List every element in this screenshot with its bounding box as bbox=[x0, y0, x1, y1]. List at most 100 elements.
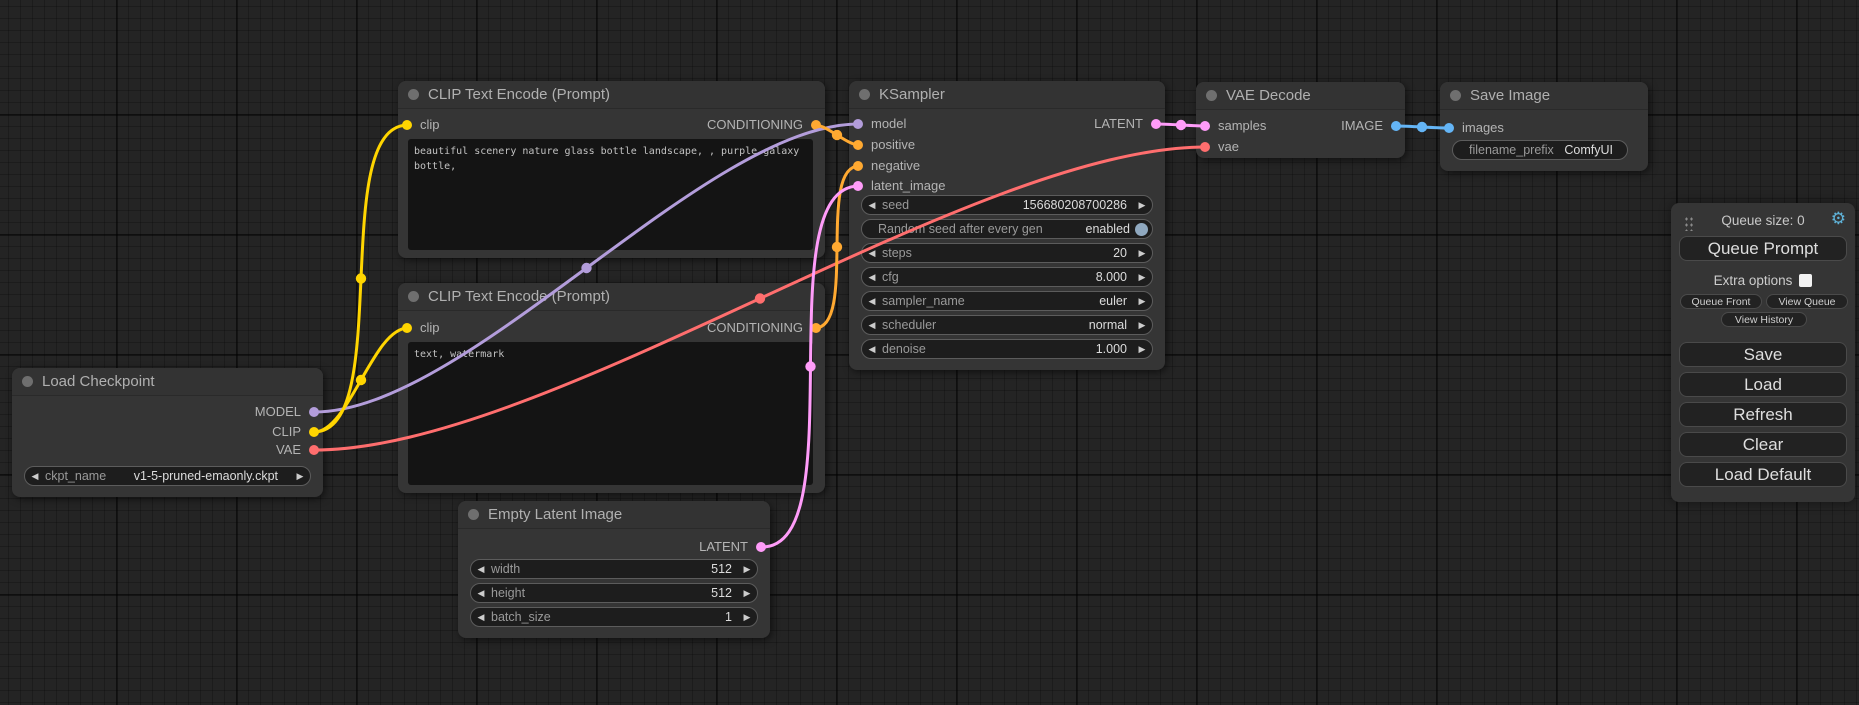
next-value-arrow-icon[interactable]: ▶ bbox=[737, 584, 757, 602]
prev-value-arrow-icon[interactable]: ◀ bbox=[25, 467, 45, 485]
slot-label: MODEL bbox=[255, 404, 301, 419]
sampler-name-widget[interactable]: ◀ sampler_name euler ▶ bbox=[861, 291, 1153, 311]
queue-panel[interactable]: Queue size: 0 ⚙ Queue Prompt Extra optio… bbox=[1671, 203, 1855, 502]
image-port-icon[interactable] bbox=[1444, 123, 1454, 133]
collapse-icon[interactable] bbox=[408, 291, 419, 302]
vae-port-icon[interactable] bbox=[309, 445, 319, 455]
save-button[interactable]: Save bbox=[1679, 342, 1847, 367]
node-clip-text-encode-negative[interactable]: CLIP Text Encode (Prompt) clip CONDITION… bbox=[398, 283, 825, 493]
widget-value: enabled bbox=[1043, 222, 1135, 236]
input-slot-negative[interactable]: negative bbox=[849, 156, 920, 176]
input-slot-images[interactable]: images bbox=[1440, 118, 1504, 138]
collapse-icon[interactable] bbox=[1450, 90, 1461, 101]
model-port-icon[interactable] bbox=[309, 407, 319, 417]
image-port-icon[interactable] bbox=[1391, 121, 1401, 131]
input-slot-latent-image[interactable]: latent_image bbox=[849, 176, 945, 196]
conditioning-port-icon[interactable] bbox=[853, 161, 863, 171]
queue-front-button[interactable]: Queue Front bbox=[1680, 294, 1762, 309]
clip-port-icon[interactable] bbox=[309, 427, 319, 437]
random-seed-toggle-widget[interactable]: Random seed after every gen enabled bbox=[861, 219, 1153, 239]
slot-label: clip bbox=[420, 117, 440, 132]
input-slot-clip[interactable]: clip bbox=[398, 115, 440, 135]
input-slot-samples[interactable]: samples bbox=[1196, 116, 1266, 136]
clear-button[interactable]: Clear bbox=[1679, 432, 1847, 457]
next-value-arrow-icon[interactable]: ▶ bbox=[290, 467, 310, 485]
prev-value-arrow-icon[interactable]: ◀ bbox=[862, 292, 882, 310]
output-slot-conditioning[interactable]: CONDITIONING bbox=[707, 318, 825, 338]
load-default-button[interactable]: Load Default bbox=[1679, 462, 1847, 487]
scheduler-widget[interactable]: ◀ scheduler normal ▶ bbox=[861, 315, 1153, 335]
latent-port-icon[interactable] bbox=[1200, 121, 1210, 131]
input-slot-clip[interactable]: clip bbox=[398, 318, 440, 338]
next-value-arrow-icon[interactable]: ▶ bbox=[737, 608, 757, 626]
conditioning-port-icon[interactable] bbox=[853, 140, 863, 150]
prev-value-arrow-icon[interactable]: ◀ bbox=[471, 608, 491, 626]
vae-port-icon[interactable] bbox=[1200, 142, 1210, 152]
ckpt-name-widget[interactable]: ◀ ckpt_name v1-5-pruned-emaonly.ckpt ▶ bbox=[24, 466, 311, 486]
node-save-image[interactable]: Save Image images filename_prefix ComfyU… bbox=[1440, 82, 1648, 171]
output-slot-vae[interactable]: VAE bbox=[276, 440, 323, 460]
collapse-icon[interactable] bbox=[408, 89, 419, 100]
node-load-checkpoint[interactable]: Load Checkpoint MODEL CLIP VAE ◀ ckpt_na… bbox=[12, 368, 323, 497]
next-value-arrow-icon[interactable]: ▶ bbox=[1132, 340, 1152, 358]
positive-prompt-textarea[interactable]: beautiful scenery nature glass bottle la… bbox=[408, 139, 813, 250]
model-port-icon[interactable] bbox=[853, 119, 863, 129]
load-button[interactable]: Load bbox=[1679, 372, 1847, 397]
link-midpoint-dot-positive-conditioning bbox=[832, 130, 842, 140]
prev-value-arrow-icon[interactable]: ◀ bbox=[862, 316, 882, 334]
next-value-arrow-icon[interactable]: ▶ bbox=[737, 560, 757, 578]
collapse-icon[interactable] bbox=[468, 509, 479, 520]
refresh-button[interactable]: Refresh bbox=[1679, 402, 1847, 427]
latent-port-icon[interactable] bbox=[756, 542, 766, 552]
output-slot-latent[interactable]: LATENT bbox=[699, 537, 770, 557]
output-slot-clip[interactable]: CLIP bbox=[272, 422, 323, 442]
prev-value-arrow-icon[interactable]: ◀ bbox=[471, 584, 491, 602]
extra-options-checkbox[interactable] bbox=[1799, 274, 1812, 287]
collapse-icon[interactable] bbox=[22, 376, 33, 387]
prev-value-arrow-icon[interactable]: ◀ bbox=[862, 244, 882, 262]
next-value-arrow-icon[interactable]: ▶ bbox=[1132, 316, 1152, 334]
output-slot-conditioning[interactable]: CONDITIONING bbox=[707, 115, 825, 135]
node-clip-text-encode-positive[interactable]: CLIP Text Encode (Prompt) clip CONDITION… bbox=[398, 81, 825, 258]
filename-prefix-widget[interactable]: filename_prefix ComfyUI bbox=[1452, 140, 1628, 160]
prev-value-arrow-icon[interactable]: ◀ bbox=[862, 196, 882, 214]
height-widget[interactable]: ◀ height 512 ▶ bbox=[470, 583, 758, 603]
prev-value-arrow-icon[interactable]: ◀ bbox=[862, 340, 882, 358]
prev-value-arrow-icon[interactable]: ◀ bbox=[471, 560, 491, 578]
toggle-on-icon[interactable] bbox=[1135, 223, 1148, 236]
node-ksampler[interactable]: KSampler model LATENT positive negative … bbox=[849, 81, 1165, 370]
input-slot-vae[interactable]: vae bbox=[1196, 137, 1239, 157]
next-value-arrow-icon[interactable]: ▶ bbox=[1132, 244, 1152, 262]
collapse-icon[interactable] bbox=[859, 89, 870, 100]
next-value-arrow-icon[interactable]: ▶ bbox=[1132, 292, 1152, 310]
settings-gear-icon[interactable]: ⚙ bbox=[1831, 209, 1846, 229]
output-slot-model[interactable]: MODEL bbox=[255, 402, 323, 422]
input-slot-positive[interactable]: positive bbox=[849, 135, 915, 155]
node-vae-decode[interactable]: VAE Decode samples IMAGE vae bbox=[1196, 82, 1405, 158]
negative-prompt-textarea[interactable]: text, watermark bbox=[408, 342, 813, 485]
prev-value-arrow-icon[interactable]: ◀ bbox=[862, 268, 882, 286]
conditioning-port-icon[interactable] bbox=[811, 323, 821, 333]
width-widget[interactable]: ◀ width 512 ▶ bbox=[470, 559, 758, 579]
view-queue-button[interactable]: View Queue bbox=[1766, 294, 1848, 309]
conditioning-port-icon[interactable] bbox=[811, 120, 821, 130]
output-slot-image[interactable]: IMAGE bbox=[1341, 116, 1405, 136]
batch-size-widget[interactable]: ◀ batch_size 1 ▶ bbox=[470, 607, 758, 627]
clip-port-icon[interactable] bbox=[402, 120, 412, 130]
latent-port-icon[interactable] bbox=[853, 181, 863, 191]
node-empty-latent-image[interactable]: Empty Latent Image LATENT ◀ width 512 ▶ … bbox=[458, 501, 770, 638]
view-history-button[interactable]: View History bbox=[1721, 312, 1807, 327]
queue-prompt-button[interactable]: Queue Prompt bbox=[1679, 236, 1847, 261]
next-value-arrow-icon[interactable]: ▶ bbox=[1132, 268, 1152, 286]
clip-port-icon[interactable] bbox=[402, 323, 412, 333]
denoise-widget[interactable]: ◀ denoise 1.000 ▶ bbox=[861, 339, 1153, 359]
node-graph-canvas[interactable]: Load Checkpoint MODEL CLIP VAE ◀ ckpt_na… bbox=[0, 0, 1859, 705]
input-slot-model[interactable]: model bbox=[849, 114, 906, 134]
output-slot-latent[interactable]: LATENT bbox=[1094, 114, 1165, 134]
cfg-widget[interactable]: ◀ cfg 8.000 ▶ bbox=[861, 267, 1153, 287]
latent-port-icon[interactable] bbox=[1151, 119, 1161, 129]
collapse-icon[interactable] bbox=[1206, 90, 1217, 101]
steps-widget[interactable]: ◀ steps 20 ▶ bbox=[861, 243, 1153, 263]
seed-widget[interactable]: ◀ seed 156680208700286 ▶ bbox=[861, 195, 1153, 215]
next-value-arrow-icon[interactable]: ▶ bbox=[1132, 196, 1152, 214]
